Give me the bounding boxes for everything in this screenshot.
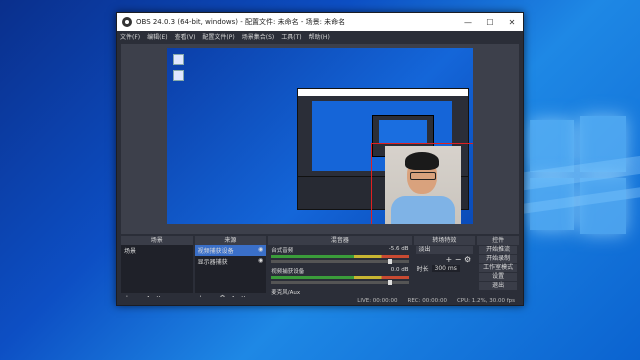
mixer-body: 台式音频 -5.6 dB 视频捕获设备 0.0 dB 麦克风/Aux	[268, 245, 412, 302]
menu-help[interactable]: 帮助(H)	[309, 32, 330, 41]
source-item[interactable]: 显示器捕获 ◉	[195, 256, 267, 267]
close-button[interactable]: ✕	[501, 18, 523, 27]
controls-header: 控件	[477, 236, 519, 245]
volume-meter	[271, 255, 409, 258]
preview-canvas[interactable]	[167, 48, 473, 224]
scenes-list[interactable]: 场景	[121, 245, 193, 293]
status-bar: LIVE: 00:00:00 REC: 00:00:00 CPU: 1.2%, …	[117, 297, 523, 305]
cpu-status: CPU: 1.2%, 30.00 fps	[456, 298, 515, 304]
menu-profile[interactable]: 配置文件(P)	[202, 32, 234, 41]
maximize-button[interactable]: ☐	[479, 18, 501, 27]
scenes-header: 场景	[121, 236, 193, 245]
desktop-icon	[173, 54, 184, 65]
menu-view[interactable]: 查看(V)	[175, 32, 196, 41]
source-item[interactable]: 视频捕获设备 ◉	[194, 245, 267, 256]
start-recording-button[interactable]: 开始录制	[479, 255, 517, 263]
gear-icon[interactable]: ⚙	[464, 255, 471, 264]
desktop-icon	[173, 70, 184, 81]
start-streaming-button[interactable]: 开始推流	[479, 246, 517, 254]
scenes-dock: 场景 场景 + − ∧ ∨	[121, 236, 193, 302]
scene-item[interactable]: 场景	[121, 245, 193, 256]
volume-slider[interactable]	[271, 280, 409, 285]
sources-header: 来源	[194, 236, 267, 245]
sources-list[interactable]: 视频捕获设备 ◉ 显示器捕获 ◉	[194, 245, 267, 293]
menu-edit[interactable]: 编辑(E)	[147, 32, 167, 41]
studio-mode-button[interactable]: 工作室模式	[479, 264, 517, 272]
obs-app-icon	[122, 17, 132, 27]
menu-tools[interactable]: 工具(T)	[281, 32, 301, 41]
transition-select[interactable]: 淡出	[415, 246, 474, 254]
volume-meter	[271, 276, 409, 279]
eye-icon[interactable]: ◉	[258, 246, 263, 255]
exit-button[interactable]: 退出	[479, 282, 517, 290]
docks: 场景 场景 + − ∧ ∨ 来源 视频捕获设备◉ 显示器捕获◉ + − ⚙ ∧	[121, 236, 519, 302]
add-icon[interactable]: +	[446, 255, 453, 264]
menu-file[interactable]: 文件(F)	[120, 32, 140, 41]
controls-dock: 控件 开始推流 开始录制 工作室模式 设置 退出	[477, 236, 519, 302]
source-selection-box[interactable]	[371, 143, 473, 224]
menu-bar: 文件(F) 编辑(E) 查看(V) 配置文件(P) 场景集合(S) 工具(T) …	[117, 31, 523, 42]
mixer-track: 麦克风/Aux	[271, 290, 301, 296]
live-status: LIVE: 00:00:00	[357, 298, 398, 304]
mixer-dock: 混音器 台式音频 -5.6 dB 视频捕获设备 0.0 dB 麦克风/Aux	[268, 236, 412, 302]
window-title: OBS 24.0.3 (64-bit, windows) - 配置文件: 未命名…	[136, 18, 346, 26]
preview-area[interactable]	[121, 44, 519, 234]
volume-slider[interactable]	[271, 259, 409, 264]
obs-window: OBS 24.0.3 (64-bit, windows) - 配置文件: 未命名…	[116, 12, 524, 306]
mixer-track: 台式音频 -5.6 dB	[268, 245, 411, 266]
windows-logo	[530, 116, 630, 240]
duration-input[interactable]: 300 ms	[431, 265, 460, 272]
duration-label: 时长	[416, 266, 429, 273]
menu-scene-collection[interactable]: 场景集合(S)	[242, 32, 275, 41]
controls-body: 开始推流 开始录制 工作室模式 设置 退出	[477, 245, 519, 302]
eye-icon[interactable]: ◉	[258, 257, 263, 266]
transitions-header: 转场特效	[413, 236, 476, 245]
transitions-body: 淡出 + − ⚙ 时长 300 ms	[413, 245, 476, 302]
rec-status: REC: 00:00:00	[407, 298, 447, 304]
remove-icon[interactable]: −	[455, 255, 462, 264]
mixer-header: 混音器	[268, 236, 412, 245]
settings-button[interactable]: 设置	[479, 273, 517, 281]
mixer-track: 视频捕获设备 0.0 dB	[268, 266, 411, 287]
sources-dock: 来源 视频捕获设备◉ 显示器捕获◉ + − ⚙ ∧ ∨	[194, 236, 267, 302]
minimize-button[interactable]: —	[457, 18, 479, 27]
transitions-dock: 转场特效 淡出 + − ⚙ 时长 300 ms	[413, 236, 476, 302]
title-bar: OBS 24.0.3 (64-bit, windows) - 配置文件: 未命名…	[117, 13, 523, 31]
